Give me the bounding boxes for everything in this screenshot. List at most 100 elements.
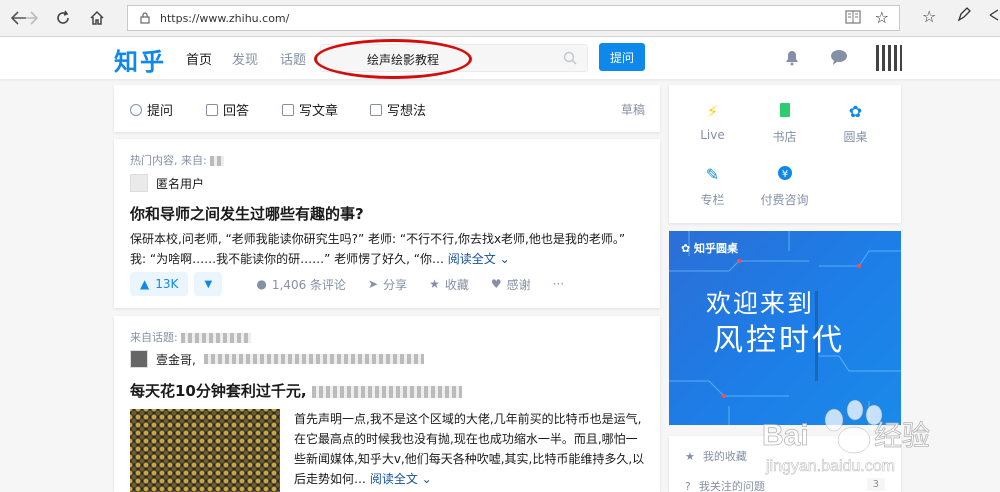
shortcut-column-label: 专栏: [700, 193, 725, 207]
action-ask-label: 提问: [147, 104, 174, 119]
roundtable-icon: ✿: [848, 102, 863, 121]
chevron-down-icon: ⌄: [495, 252, 510, 266]
nav-explore[interactable]: 发现: [232, 49, 258, 68]
upvote-count: 13K: [155, 277, 179, 291]
share-arrow-icon: ➤: [368, 277, 379, 291]
author-row: 壹金哥,: [130, 350, 424, 368]
shortcut-live-label: Live: [700, 128, 725, 142]
more-button[interactable]: ···: [553, 277, 564, 291]
chevron-down-icon: ⌄: [417, 472, 432, 486]
action-ask[interactable]: 提问: [130, 100, 173, 119]
shortcut-bookstore[interactable]: 书店: [746, 102, 823, 145]
create-actions-card: 提问 回答 写文章 写想法 草稿: [114, 85, 660, 132]
book-icon: [746, 102, 823, 120]
shortcut-paid-consult-label: 付费咨询: [760, 193, 809, 207]
bookmark-icon: ★: [429, 277, 440, 291]
comments-label: 1,406 条评论: [271, 277, 347, 292]
downvote-button[interactable]: ▼: [194, 272, 223, 296]
message-icon[interactable]: [829, 47, 849, 67]
shortcut-paid-consult[interactable]: ¥ 付费咨询: [746, 165, 823, 208]
browser-toolbar: https://www.zhihu.com/ ☆ ☆: [0, 0, 1000, 37]
shortcut-roundtable-label: 圆桌: [843, 130, 868, 144]
action-answer[interactable]: 回答: [206, 100, 249, 119]
redacted-text: [311, 385, 462, 398]
question-icon: ?: [685, 479, 691, 492]
collect-label: 收藏: [444, 277, 469, 292]
thanks-button[interactable]: ♥ 感谢: [491, 276, 531, 293]
roundtable-banner[interactable]: ✿ 知乎圆桌 欢迎来到 风控时代: [669, 231, 901, 425]
shortcut-bookstore-label: 书店: [772, 130, 797, 144]
share-icon[interactable]: [988, 7, 1000, 27]
feed-meta: 热门内容, 来自:: [130, 152, 225, 168]
write-icon: [282, 103, 294, 116]
followed-count-badge: 3: [866, 478, 885, 491]
action-write-thought[interactable]: 写想法: [370, 100, 426, 119]
user-avatar[interactable]: [876, 45, 902, 71]
banner-headline-2: 风控时代: [713, 323, 845, 358]
sidebar-item-collections[interactable]: ★ 我的收藏: [685, 448, 747, 464]
avatar[interactable]: [130, 350, 148, 368]
ask-question-button[interactable]: 提问: [599, 43, 645, 71]
lock-icon: [140, 12, 150, 24]
feed-meta: 来自话题:: [130, 329, 252, 345]
star-icon: ★: [685, 449, 695, 463]
answer-excerpt[interactable]: 保研本校,问老师, “老师我能读你研究生吗?” 老师: “不行不行,你去找x老师…: [130, 229, 644, 269]
feed-item: 来自话题: 壹金哥, 每天花10分钟套利过千元, 首先声明一点,我不是这个区域的…: [114, 316, 660, 492]
redacted-text: [203, 354, 424, 364]
read-more-link[interactable]: 阅读全文: [448, 252, 496, 266]
banner-brand-text: 知乎圆桌: [694, 242, 739, 255]
banner-brand: ✿ 知乎圆桌: [681, 242, 739, 255]
answer-actions: ▲ 13K ▼ ● 1,406 条评论 ➤ 分享 ★ 收藏 ♥ 感谢 ···: [130, 272, 564, 296]
url-text: https://www.zhihu.com/: [160, 11, 290, 25]
nav-topics[interactable]: 话题: [280, 49, 306, 68]
action-write-article[interactable]: 写文章: [282, 100, 338, 119]
author-row: 匿名用户: [130, 174, 204, 192]
address-bar[interactable]: https://www.zhihu.com/ ☆: [127, 5, 900, 31]
search-icon[interactable]: [563, 51, 577, 65]
site-header: 知乎 首页 发现 话题 绘声绘影教程 提问: [0, 37, 1000, 79]
action-answer-label: 回答: [223, 104, 250, 119]
nav-home[interactable]: 首页: [186, 49, 212, 68]
avatar[interactable]: [130, 174, 148, 192]
comments-button[interactable]: ● 1,406 条评论: [256, 276, 346, 293]
sidebar-item-followed-questions[interactable]: ? 我关注的问题: [685, 478, 765, 492]
action-write-article-label: 写文章: [299, 104, 339, 119]
question-title[interactable]: 你和导师之间发生过哪些有趣的事?: [130, 203, 364, 224]
reader-view-icon[interactable]: [845, 10, 861, 26]
excerpt-text: 首先声明一点,我不是这个区域的大佬,几年前买的比特币也是运气,在它最高点的时候我…: [294, 412, 645, 486]
pen-icon[interactable]: [956, 7, 972, 27]
feed-item: 热门内容, 来自: 匿名用户 你和导师之间发生过哪些有趣的事? 保研本校,问老师…: [114, 139, 660, 308]
read-more-link[interactable]: 阅读全文: [370, 472, 418, 486]
search-value: 绘声绘影教程: [367, 53, 440, 67]
shortcut-column[interactable]: ✎ 专栏: [674, 165, 751, 208]
share-button[interactable]: ➤ 分享: [368, 276, 407, 293]
forward-arrow-icon[interactable]: [17, 6, 43, 30]
article-thumbnail[interactable]: [130, 409, 280, 492]
shortcut-roundtable[interactable]: ✿ 圆桌: [817, 102, 894, 145]
author-name[interactable]: 壹金哥,: [156, 351, 196, 368]
redacted-text: [210, 156, 225, 166]
sidebar-item-label: 我的收藏: [702, 450, 747, 463]
sidebar-shortcuts: ⚡ Live 书店 ✿ 圆桌 ✎ 专栏 ¥ 付费咨询: [669, 85, 901, 223]
upvote-button[interactable]: ▲ 13K: [130, 272, 189, 296]
thanks-label: 感谢: [506, 277, 531, 292]
sidebar-links: ★ 我的收藏 ? 我关注的问题 3: [669, 436, 901, 492]
favorites-list-icon[interactable]: ☆: [922, 7, 936, 26]
heart-icon: ♥: [490, 277, 502, 291]
favorite-star-icon[interactable]: ☆: [875, 8, 889, 27]
bell-icon[interactable]: [782, 47, 802, 67]
thought-icon: [370, 103, 382, 116]
search-input[interactable]: 绘声绘影教程: [320, 44, 588, 72]
author-name[interactable]: 匿名用户: [156, 175, 204, 192]
answer-excerpt[interactable]: 首先声明一点,我不是这个区域的大佬,几年前买的比特币也是运气,在它最高点的时候我…: [294, 409, 646, 489]
share-label: 分享: [383, 277, 408, 292]
collect-button[interactable]: ★ 收藏: [429, 276, 469, 293]
shortcut-live[interactable]: ⚡ Live: [674, 102, 751, 142]
comment-icon: ●: [256, 277, 267, 291]
zhihu-logo[interactable]: 知乎: [114, 42, 166, 77]
refresh-icon[interactable]: [50, 6, 76, 30]
question-title[interactable]: 每天花10分钟套利过千元,: [130, 380, 462, 401]
drafts-link[interactable]: 草稿: [621, 101, 645, 118]
home-icon[interactable]: [84, 6, 110, 30]
feed-meta-text: 热门内容, 来自:: [130, 154, 207, 167]
